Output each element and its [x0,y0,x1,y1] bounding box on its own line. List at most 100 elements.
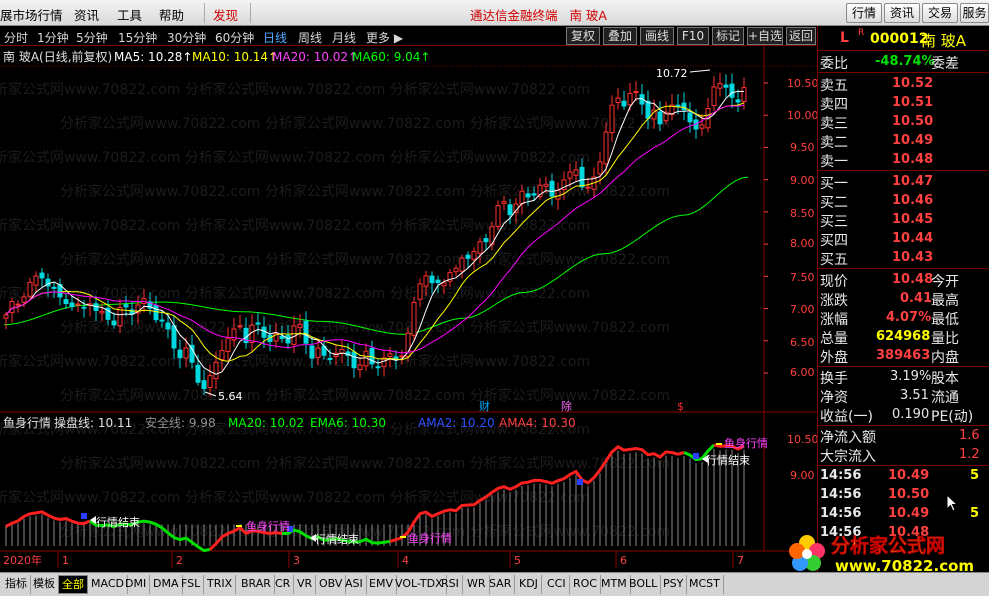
tab-dmi[interactable]: DMI [122,575,151,594]
tab-cr[interactable]: CR [272,575,295,594]
weibi-value: -48.74% [875,54,935,69]
tab-psy[interactable]: PSY [660,575,688,594]
period-weekly[interactable]: 周线 [298,29,322,46]
candle-body [423,275,429,287]
kline-chart[interactable]: 分析家公式网www.70822.com 分析家公式网www.70822.com … [0,46,817,568]
period-1min[interactable]: 1分钟 [37,29,69,46]
candle-body [99,310,105,314]
indicator-line5: AMA2: 10.20 [418,416,495,430]
period-more[interactable]: 更多 ▶ [366,29,403,46]
stat-label2: 今开 [931,274,959,290]
tab-trix[interactable]: TRIX [204,575,237,594]
tab--[interactable]: 模板 [30,575,59,594]
axis-tick: 6.00 [790,366,815,379]
period-daily[interactable]: 日线 [263,29,287,46]
candle-body [711,86,717,107]
period-15min[interactable]: 15分钟 [118,29,157,46]
watermark-text: 分析家公式网www.70822.com 分析家公式网www.70822.com … [60,251,670,268]
candle-body [357,364,363,371]
overlay-button[interactable]: 叠加 [603,27,637,45]
menu-discover[interactable]: 发现 [213,5,238,24]
panel-divider [818,425,989,426]
draw-line-button[interactable]: 画线 [640,27,674,45]
candle-body [171,325,177,349]
stat-label: 总量 [820,331,848,347]
menu-news[interactable]: 资讯 [74,5,99,24]
tab-fsl[interactable]: FSL [178,575,205,594]
candle-body [483,238,489,243]
service-button[interactable]: 服务 [960,3,989,23]
candle-body [621,100,627,107]
adjust-button[interactable]: 复权 [566,27,600,45]
signal-dot [693,453,699,459]
candle-body [123,304,129,308]
indicator-title: 鱼身行情 [3,415,51,430]
signal-mark [400,536,406,538]
app-title-stock: 南 玻A [569,8,607,23]
candle-body [441,282,447,287]
tab-mcst[interactable]: MCST [686,575,724,594]
period-intraday[interactable]: 分时 [4,29,28,46]
weibi-label: 委比 [820,56,848,72]
period-more-arrow-icon: ▶ [393,31,404,45]
tab-kdj[interactable]: KDJ [516,575,542,594]
candle-body [153,304,159,321]
mark-button[interactable]: 标记 [712,27,744,45]
quote-panel: L R 000012 南 玻A 委比 -48.74% 委差 卖五 10.52 卖… [817,26,989,572]
back-button[interactable]: 返回 [786,27,816,45]
candle-body [495,205,501,227]
trade-button[interactable]: 交易 [922,3,958,23]
tab--[interactable]: 指标 [2,575,31,594]
candle-body [531,193,537,196]
candle-body [297,323,303,328]
stat2-label: 收益(一) [820,409,873,425]
axis-tick: 8.00 [790,237,815,250]
tab-asi[interactable]: ASI [342,575,367,594]
f10-button[interactable]: F10 [677,27,709,45]
candle-body [615,97,621,103]
add-watchlist-button[interactable]: +自选 [747,27,783,45]
event-finance-marker[interactable]: 财 [479,399,490,413]
candle-body [27,281,33,297]
site-logo: 分析家公式网 www.70822.com [785,530,980,576]
tab-brar[interactable]: BRAR [238,575,275,594]
menu-help[interactable]: 帮助 [159,5,184,24]
axis-tick: 7.50 [790,271,815,284]
axis-tick: 10.00 [787,109,817,122]
indicator-axis-tick: 9.00 [790,469,815,482]
candle-body [303,320,309,344]
candle-body [213,361,219,380]
event-dollar-marker[interactable]: $ [677,400,684,413]
tick-time: 14:56 [820,506,862,521]
indicator-axis-tick: 10.50 [787,433,817,446]
period-60min[interactable]: 60分钟 [215,29,254,46]
news-button[interactable]: 资讯 [884,3,920,23]
high-pointer [689,69,711,73]
chart-title: 南 玻A(日线,前复权) [3,49,112,64]
tab-rsi[interactable]: RSI [438,575,463,594]
quote-button[interactable]: 行情 [846,3,882,23]
tab-sar[interactable]: SAR [486,575,516,594]
period-5min[interactable]: 5分钟 [76,29,108,46]
x-axis-month: 3 [293,554,300,567]
menu-tools[interactable]: 工具 [117,5,142,24]
tab-vr[interactable]: VR [294,575,317,594]
stat2-label: 换手 [820,371,848,387]
tab-roc[interactable]: ROC [570,575,601,594]
chart-canvas[interactable]: 分析家公式网www.70822.com 分析家公式网www.70822.com … [0,46,817,568]
period-more-label: 更多 [366,31,391,45]
period-monthly[interactable]: 月线 [332,29,356,46]
menu-market[interactable]: 展市场行情 [0,5,63,24]
axis-tick: 8.50 [790,207,815,220]
signal-dot [81,513,87,519]
tab--[interactable]: 全部 [58,575,88,594]
tick-volume: 5 [970,468,980,483]
stat2-value: 3.19% [890,369,932,384]
period-30min[interactable]: 30分钟 [167,29,206,46]
candle-body [279,335,285,340]
tab-cci[interactable]: CCI [544,575,570,594]
event-dividend-marker[interactable]: 除 [561,399,572,413]
tab-boll[interactable]: BOLL [626,575,662,594]
buy1-price: 10.47 [892,174,934,189]
watermark-text: 分析家公式网www.70822.com 分析家公式网www.70822.com … [0,217,590,234]
